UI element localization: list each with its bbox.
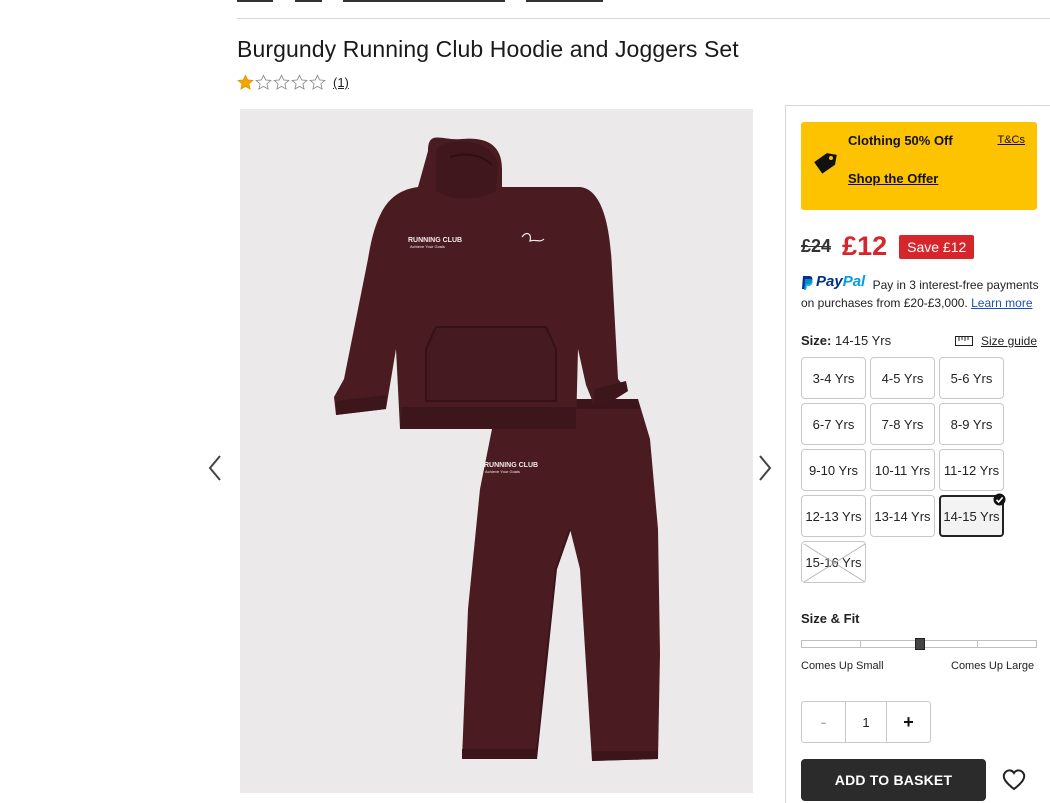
chevron-right-icon[interactable] bbox=[756, 454, 774, 482]
breadcrumb-link-fragment[interactable] bbox=[237, 0, 273, 2]
size-option-label: 7-8 Yrs bbox=[881, 416, 924, 432]
size-option-label: 11-12 Yrs bbox=[943, 462, 1000, 478]
paypal-logo-text-b: Pal bbox=[842, 273, 866, 290]
size-option-button[interactable]: 13-14 Yrs bbox=[870, 495, 935, 537]
paypal-message: Pay Pal Pay in 3 interest-free payments o… bbox=[801, 273, 1046, 312]
size-option-label: 3-4 Yrs bbox=[812, 370, 855, 386]
breadcrumb-divider bbox=[237, 18, 1050, 19]
size-header: Size: 14-15 Yrs Size guide bbox=[801, 333, 1037, 348]
size-option-label: 14-15 Yrs bbox=[943, 508, 1000, 524]
rating-stars bbox=[237, 74, 327, 91]
paypal-logo-text-a: Pay bbox=[816, 273, 843, 290]
size-options: 3-4 Yrs 4-5 Yrs 5-6 Yrs 6-7 Yrs 7-8 Yrs 8-9 Y… bbox=[801, 357, 1007, 583]
size-option-button[interactable]: 10-11 Yrs bbox=[870, 449, 935, 491]
breadcrumb-link-fragment[interactable] bbox=[343, 0, 505, 2]
size-option-button[interactable]: 5-6 Yrs bbox=[939, 357, 1004, 399]
svg-text:Achieve Your Goals: Achieve Your Goals bbox=[410, 244, 445, 249]
size-option-button[interactable]: 6-7 Yrs bbox=[801, 403, 866, 445]
paypal-text-1: Pay in 3 interest-free payments bbox=[872, 277, 1039, 292]
price-row: £24 £12 Save £12 bbox=[801, 231, 975, 262]
chevron-left-icon[interactable] bbox=[206, 454, 224, 482]
current-price: £12 bbox=[842, 231, 888, 261]
fit-tick bbox=[860, 641, 861, 647]
star-icon bbox=[255, 74, 272, 90]
paypal-text-2: on purchases from £20-£3,000. bbox=[801, 295, 968, 310]
save-badge: Save £12 bbox=[899, 234, 975, 259]
quantity-input[interactable]: 1 bbox=[845, 702, 887, 742]
product-photo: RUNNING CLUB Achieve Your Goals RUNNING … bbox=[334, 137, 660, 761]
star-icon bbox=[237, 74, 254, 90]
selected-size-value: 14-15 Yrs bbox=[834, 333, 892, 348]
rating-count-link[interactable]: (1) bbox=[333, 75, 349, 90]
size-option-button[interactable]: 11-12 Yrs bbox=[939, 449, 1004, 491]
size-option-button[interactable]: 14-15 Yrs bbox=[939, 493, 1006, 537]
was-price: £24 bbox=[801, 236, 832, 256]
breadcrumb-link-fragment[interactable] bbox=[295, 0, 322, 2]
unavailable-cross-icon bbox=[803, 543, 866, 583]
svg-text:RUNNING CLUB: RUNNING CLUB bbox=[408, 237, 462, 244]
size-option-label: 12-13 Yrs bbox=[805, 508, 862, 524]
check-icon bbox=[993, 493, 1006, 506]
star-icon bbox=[309, 74, 326, 90]
size-option-label: 9-10 Yrs bbox=[809, 462, 858, 478]
paypal-icon bbox=[802, 275, 813, 290]
breadcrumb-link-fragment[interactable] bbox=[526, 0, 603, 2]
star-icon bbox=[273, 74, 290, 90]
heart-icon[interactable] bbox=[1001, 768, 1027, 792]
offer-terms-link[interactable]: T&Cs bbox=[998, 134, 1026, 146]
size-option-button[interactable]: 12-13 Yrs bbox=[801, 495, 866, 537]
size-option-button[interactable]: 4-5 Yrs bbox=[870, 357, 935, 399]
learn-more-link[interactable]: Learn more bbox=[971, 296, 1032, 310]
size-label: Size: bbox=[801, 333, 832, 348]
add-to-basket-button[interactable]: ADD TO BASKET bbox=[801, 759, 986, 801]
size-option-button[interactable]: 3-4 Yrs bbox=[801, 357, 866, 399]
svg-text:Achieve Your Goals: Achieve Your Goals bbox=[485, 469, 520, 474]
offer-banner: Clothing 50% Off T&Cs Shop the Offer bbox=[801, 122, 1037, 210]
size-option-button[interactable]: 7-8 Yrs bbox=[870, 403, 935, 445]
price-tag-icon bbox=[814, 153, 837, 174]
paypal-logo: Pay Pal bbox=[801, 273, 865, 291]
size-option-label: 10-11 Yrs bbox=[874, 462, 931, 478]
quantity-decrease-button[interactable]: - bbox=[802, 702, 845, 742]
ruler-icon bbox=[954, 336, 973, 346]
fit-right-label: Comes Up Large bbox=[951, 660, 1035, 672]
quantity-increase-button[interactable]: + bbox=[887, 702, 930, 742]
fit-scale bbox=[801, 638, 1037, 650]
size-option-button[interactable]: 8-9 Yrs bbox=[939, 403, 1004, 445]
star-icon bbox=[291, 74, 308, 90]
fit-tick bbox=[977, 641, 978, 647]
product-image[interactable]: RUNNING CLUB Achieve Your Goals RUNNING … bbox=[240, 109, 753, 793]
svg-text:RUNNING CLUB: RUNNING CLUB bbox=[484, 462, 538, 469]
offer-title: Clothing 50% Off bbox=[848, 133, 953, 148]
size-option-button[interactable]: 15-16 Yrs bbox=[801, 541, 866, 583]
size-option-label: 5-6 Yrs bbox=[950, 370, 993, 386]
fit-left-label: Comes Up Small bbox=[801, 660, 884, 672]
size-guide-link[interactable]: Size guide bbox=[954, 334, 1037, 348]
size-guide-label: Size guide bbox=[980, 334, 1037, 348]
shop-offer-link[interactable]: Shop the Offer bbox=[848, 171, 938, 186]
size-option-label: 4-5 Yrs bbox=[881, 370, 924, 386]
fit-marker bbox=[915, 638, 925, 650]
fit-title: Size & Fit bbox=[801, 611, 860, 626]
product-title: Burgundy Running Club Hoodie and Joggers… bbox=[237, 36, 739, 62]
quantity-stepper: - 1 + bbox=[801, 701, 931, 743]
rating: (1) bbox=[237, 74, 349, 91]
size-option-button[interactable]: 9-10 Yrs bbox=[801, 449, 866, 491]
size-option-label: 6-7 Yrs bbox=[812, 416, 855, 432]
size-option-label: 13-14 Yrs bbox=[874, 508, 931, 524]
size-option-label: 8-9 Yrs bbox=[950, 416, 993, 432]
